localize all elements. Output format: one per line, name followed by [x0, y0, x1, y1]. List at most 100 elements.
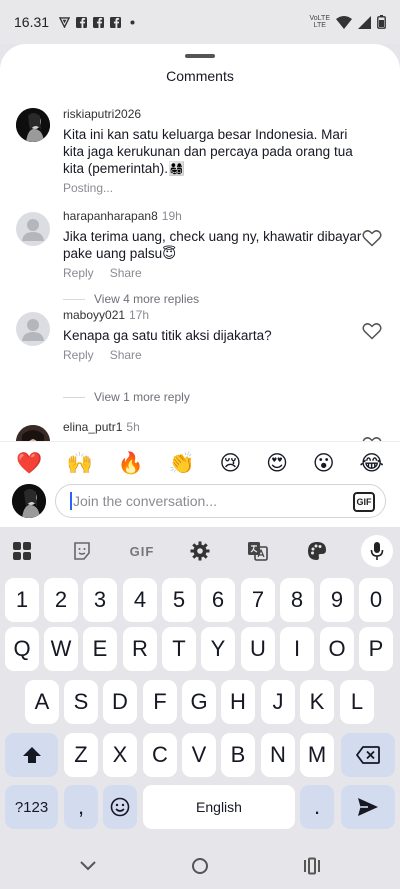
- comment-username[interactable]: harapanharapan8 19h: [63, 209, 363, 223]
- emoji-raising-hands[interactable]: 🙌: [67, 449, 93, 479]
- like-heart-icon[interactable]: [362, 322, 382, 340]
- key-5[interactable]: 5: [162, 578, 196, 622]
- recents-icon: [304, 857, 320, 875]
- theme-button[interactable]: [299, 535, 335, 567]
- user-avatar[interactable]: [16, 212, 50, 246]
- comment-input-container[interactable]: GIF: [55, 484, 386, 518]
- emoji-clapping-hands[interactable]: 👏: [169, 449, 195, 479]
- key-g[interactable]: G: [182, 680, 216, 724]
- key-b[interactable]: B: [221, 733, 255, 777]
- comma-key[interactable]: ,: [64, 785, 98, 829]
- send-key[interactable]: [341, 785, 395, 829]
- nav-back-button[interactable]: [75, 854, 101, 878]
- key-n[interactable]: N: [261, 733, 295, 777]
- gif-button[interactable]: GIF: [353, 492, 375, 512]
- key-d[interactable]: D: [103, 680, 137, 724]
- key-i[interactable]: I: [280, 627, 314, 671]
- comment-username[interactable]: elina_putr1 5h: [63, 420, 363, 434]
- backspace-key[interactable]: [341, 733, 395, 777]
- key-4[interactable]: 4: [123, 578, 157, 622]
- share-button[interactable]: Share: [110, 348, 142, 362]
- key-r[interactable]: R: [123, 627, 157, 671]
- apps-grid-button[interactable]: [4, 535, 40, 567]
- drag-handle[interactable]: [185, 54, 215, 58]
- nav-recents-button[interactable]: [299, 854, 325, 878]
- user-avatar[interactable]: [16, 425, 50, 441]
- settings-button[interactable]: [182, 535, 218, 567]
- default-avatar-icon: [22, 219, 44, 241]
- shift-key[interactable]: [5, 733, 58, 777]
- key-p[interactable]: P: [359, 627, 393, 671]
- emoji-surprised-face[interactable]: 😮: [313, 449, 335, 479]
- reply-button[interactable]: Reply: [63, 266, 94, 280]
- emoji-red-heart[interactable]: ❤️: [16, 449, 42, 479]
- period-key[interactable]: .: [300, 785, 334, 829]
- symbols-key[interactable]: ?123: [5, 785, 58, 829]
- key-w[interactable]: W: [44, 627, 78, 671]
- key-m[interactable]: M: [300, 733, 334, 777]
- key-l[interactable]: L: [340, 680, 374, 724]
- comment-actions: Reply Share: [63, 348, 363, 362]
- comment-list[interactable]: riskiaputri2026 Kita ini kan satu keluar…: [0, 104, 400, 441]
- wifi-icon: [336, 15, 352, 29]
- key-u[interactable]: U: [241, 627, 275, 671]
- key-1[interactable]: 1: [5, 578, 39, 622]
- like-heart-icon[interactable]: [362, 229, 382, 247]
- key-j[interactable]: J: [261, 680, 295, 724]
- emoji-fire[interactable]: 🔥: [118, 449, 144, 479]
- key-h[interactable]: H: [221, 680, 255, 724]
- view-more-replies[interactable]: View 4 more replies: [63, 292, 199, 306]
- soft-keyboard: GIF 1 2 3 4 5 6 7 8 9 0 Q W E R T Y U I …: [0, 527, 400, 844]
- emoji-tears-of-joy[interactable]: 😂: [359, 449, 384, 479]
- key-7[interactable]: 7: [241, 578, 275, 622]
- sticker-button[interactable]: [64, 535, 100, 567]
- key-k[interactable]: K: [300, 680, 334, 724]
- key-s[interactable]: S: [64, 680, 98, 724]
- key-o[interactable]: O: [320, 627, 354, 671]
- nav-home-button[interactable]: [187, 854, 213, 878]
- comment-input[interactable]: [73, 485, 385, 517]
- key-6[interactable]: 6: [201, 578, 235, 622]
- key-3[interactable]: 3: [83, 578, 117, 622]
- voice-input-button[interactable]: [361, 535, 393, 567]
- key-y[interactable]: Y: [201, 627, 235, 671]
- user-avatar[interactable]: [16, 108, 50, 142]
- emoji-heart-eyes[interactable]: 😍: [266, 449, 288, 479]
- system-navigation-bar: [0, 844, 400, 889]
- reply-button[interactable]: Reply: [63, 348, 94, 362]
- key-e[interactable]: E: [83, 627, 117, 671]
- smiley-icon: [110, 797, 130, 817]
- translate-button[interactable]: [240, 535, 276, 567]
- comment-text: Kenapa ga satu titik aksi dijakarta?: [63, 328, 272, 343]
- key-8[interactable]: 8: [280, 578, 314, 622]
- view-more-replies[interactable]: View 1 more reply: [63, 390, 190, 404]
- facebook-icon: [76, 16, 88, 28]
- user-avatar[interactable]: [16, 312, 50, 346]
- gif-keyboard-button[interactable]: GIF: [122, 535, 162, 567]
- space-key[interactable]: English: [143, 785, 295, 829]
- key-f[interactable]: F: [143, 680, 177, 724]
- comment-input-row: GIF: [0, 482, 400, 520]
- key-t[interactable]: T: [162, 627, 196, 671]
- emoji-key[interactable]: [103, 785, 137, 829]
- comment-username[interactable]: riskiaputri2026: [63, 107, 363, 121]
- comment-username[interactable]: maboyy021 17h: [63, 308, 363, 322]
- key-v[interactable]: V: [182, 733, 216, 777]
- key-q[interactable]: Q: [5, 627, 39, 671]
- keyboard-toolbar: GIF: [0, 535, 400, 567]
- replies-divider-line: [63, 298, 85, 300]
- share-button[interactable]: Share: [110, 266, 142, 280]
- key-0[interactable]: 0: [359, 578, 393, 622]
- key-c[interactable]: C: [143, 733, 177, 777]
- sheet-title: Comments: [166, 68, 234, 84]
- shift-arrow-icon: [22, 747, 41, 763]
- key-z[interactable]: Z: [64, 733, 98, 777]
- key-9[interactable]: 9: [320, 578, 354, 622]
- emoji-crying-face[interactable]: 😢: [220, 449, 242, 479]
- chevron-down-icon: [80, 861, 96, 871]
- key-2[interactable]: 2: [44, 578, 78, 622]
- comment-status: Posting...: [63, 181, 114, 195]
- key-a[interactable]: A: [25, 680, 59, 724]
- home-circle-icon: [192, 858, 208, 874]
- key-x[interactable]: X: [103, 733, 137, 777]
